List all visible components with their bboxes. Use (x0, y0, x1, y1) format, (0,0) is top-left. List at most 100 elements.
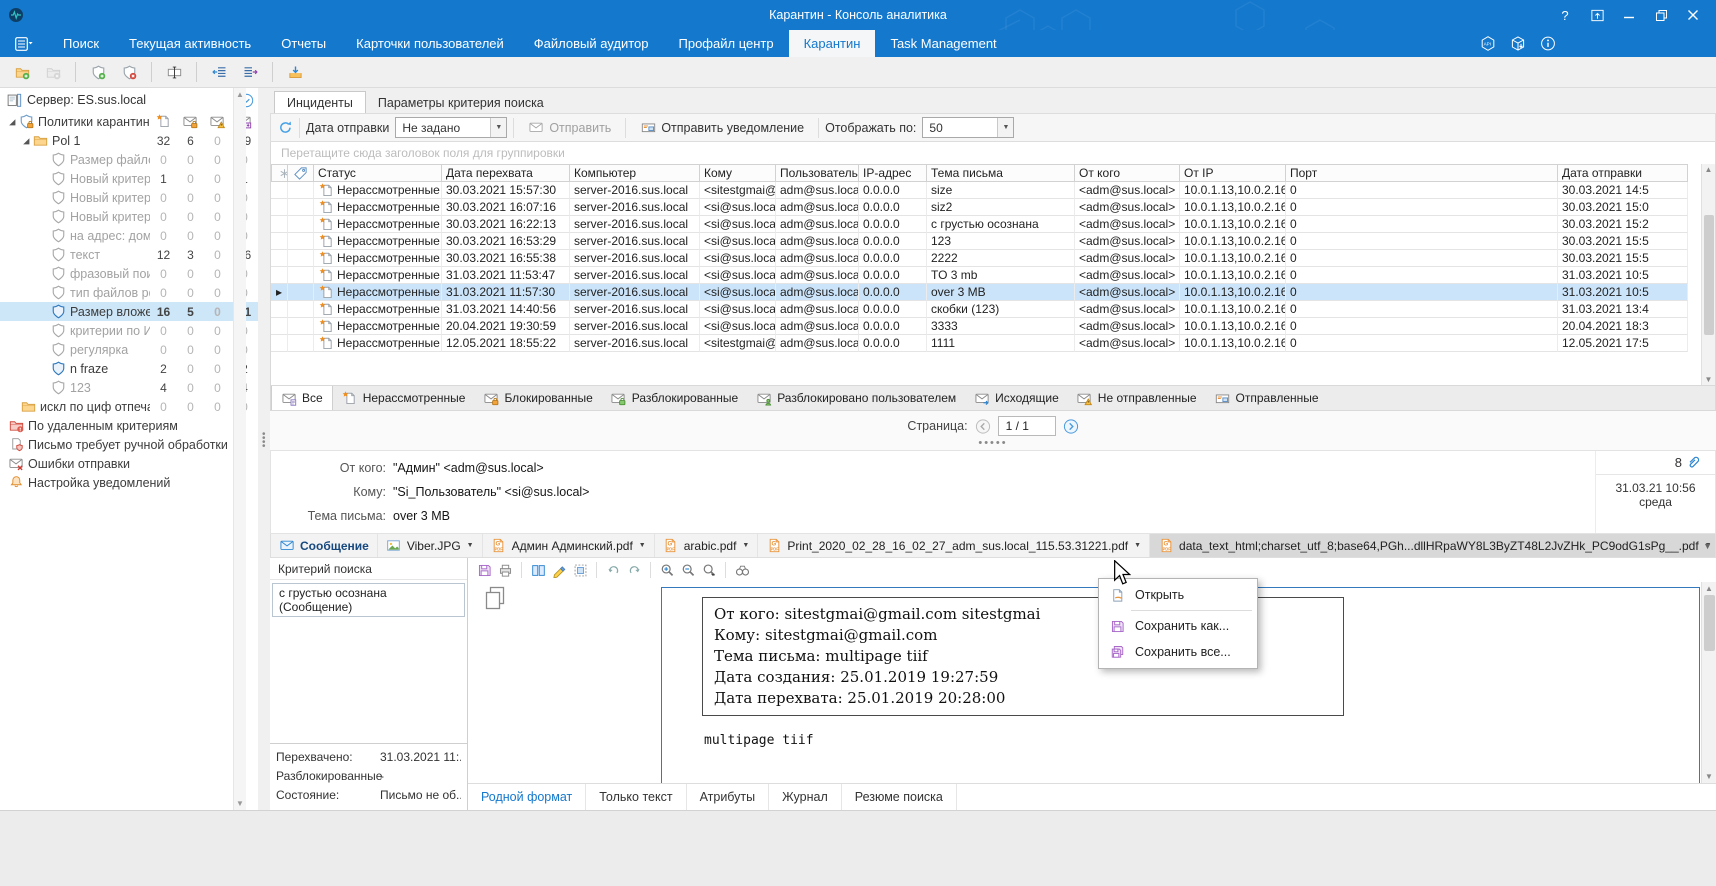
menu-tab-7[interactable]: Карантин (789, 30, 876, 57)
table-row-7[interactable]: ▸Нерассмотренные31.03.2021 11:57:30serve… (271, 284, 1715, 301)
server-node[interactable]: Сервер: ES.sus.local (0, 88, 258, 112)
table-row-9[interactable]: Нерассмотренные20.04.2021 19:30:59server… (271, 318, 1715, 335)
table-row-4[interactable]: Нерассмотренные30.03.2021 16:53:29server… (271, 233, 1715, 250)
restore-button[interactable] (1652, 6, 1670, 24)
zdd-icon[interactable] (701, 562, 717, 578)
column-header-11[interactable]: Дата отправки (1558, 164, 1688, 182)
preview-tab-2[interactable]: Только текст (586, 784, 686, 810)
expander-icon[interactable] (20, 136, 32, 146)
refresh-button[interactable] (277, 120, 293, 136)
previous-page-button[interactable] (975, 418, 991, 434)
send-notification-button[interactable]: Отправить уведомление (632, 114, 812, 141)
filter-7[interactable]: Не отправленные (1068, 386, 1206, 410)
attachment-4[interactable]: GPDFarabic.pdf▼ (655, 534, 759, 557)
preview-tab-1[interactable]: Родной формат (468, 784, 586, 810)
scroll-down-icon[interactable]: ▼ (1705, 772, 1713, 781)
chevron-down-icon[interactable]: ▼ (997, 118, 1013, 137)
menu-tab-1[interactable]: Поиск (48, 30, 114, 57)
chevron-down-icon[interactable]: ▼ (467, 542, 474, 549)
preview-tab-5[interactable]: Резюме поиска (842, 784, 957, 810)
grid-scrollbar[interactable]: ▲▼ (1701, 164, 1715, 385)
filter-4[interactable]: Разблокированные (602, 386, 747, 410)
context-menu-item-1[interactable]: Открыть (1099, 582, 1257, 608)
context-menu-item-3[interactable]: Сохранить все... (1099, 639, 1257, 665)
delete-criterion-button[interactable] (117, 60, 141, 84)
column-header-9[interactable]: От IP (1180, 164, 1286, 182)
api-icon[interactable]: API (1480, 36, 1496, 52)
column-header-6[interactable]: IP-адрес (859, 164, 927, 182)
filter-3[interactable]: Блокированные (474, 386, 601, 410)
column-header-5[interactable]: Пользователь (776, 164, 859, 182)
tree-node-quarantine-policies[interactable]: Политики карантина (0, 112, 258, 131)
scroll-up-icon[interactable]: ▲ (1705, 165, 1713, 174)
rotr-icon[interactable] (626, 562, 642, 578)
pin-window-button[interactable] (1588, 6, 1606, 24)
tree-node-exclusion-folder[interactable]: искл по циф отпечатк0000 (0, 397, 258, 416)
attachment-5[interactable]: GPDFPrint_2020_02_28_16_02_27_adm_sus.lo… (758, 534, 1150, 557)
tree-criterion-13[interactable]: 1234004 (0, 378, 258, 397)
rotl-icon[interactable] (605, 562, 621, 578)
context-menu-item-2[interactable]: Сохранить как... (1099, 613, 1257, 639)
table-row-1[interactable]: Нерассмотренные30.03.2021 15:57:30server… (271, 182, 1715, 199)
column-row-indicator[interactable] (271, 164, 288, 182)
menu-tab-2[interactable]: Текущая активность (114, 30, 266, 57)
zin-icon[interactable] (659, 562, 675, 578)
horizontal-splitter[interactable]: ••••• (270, 441, 1716, 450)
menu-tab-8[interactable]: Task Management (875, 30, 1011, 57)
print-icon[interactable] (497, 562, 513, 578)
next-page-button[interactable] (1063, 418, 1079, 434)
tree-criterion-8[interactable]: тип файлов pdf0000 (0, 283, 258, 302)
package-export-icon[interactable] (1510, 36, 1526, 52)
tree-special-3[interactable]: Ошибки отправки (0, 454, 258, 473)
tab-incidents[interactable]: Инциденты (274, 91, 366, 113)
table-row-8[interactable]: Нерассмотренные31.03.2021 14:40:56server… (271, 301, 1715, 318)
attachment-message[interactable]: Сообщение (271, 534, 378, 557)
column-header-7[interactable]: Тема письма (927, 164, 1075, 182)
attachment-6[interactable]: GPDFdata_text_html;charset_utf_8;base64,… (1150, 534, 1716, 557)
sidebar-scrollbar[interactable]: ▲▼ (233, 88, 246, 810)
import-button[interactable] (207, 60, 231, 84)
show-per-page-combo[interactable]: 50 ▼ (922, 117, 1014, 138)
floppy-icon[interactable] (476, 562, 492, 578)
table-row-6[interactable]: Нерассмотренные31.03.2021 11:53:47server… (271, 267, 1715, 284)
column-header-4[interactable]: Кому (700, 164, 776, 182)
tree-criterion-3[interactable]: Новый критерий 30000 (0, 188, 258, 207)
column-header-10[interactable]: Порт (1286, 164, 1558, 182)
menu-tab-4[interactable]: Карточки пользователей (341, 30, 519, 57)
column-header-8[interactable]: От кого (1075, 164, 1180, 182)
column-header-3[interactable]: Компьютер (570, 164, 700, 182)
column-tag[interactable] (288, 164, 314, 182)
scroll-up-icon[interactable]: ▲ (1705, 584, 1713, 593)
menu-tab-3[interactable]: Отчеты (266, 30, 341, 57)
column-header-1[interactable]: Статус (314, 164, 442, 182)
chevron-down-icon[interactable]: ▼ (490, 118, 506, 137)
tab-search-criteria-params[interactable]: Параметры критерия поиска (366, 92, 556, 113)
menu-tab-5[interactable]: Файловый аудитор (519, 30, 664, 57)
table-row-10[interactable]: Нерассмотренные12.05.2021 18:55:22server… (271, 335, 1715, 352)
tree-criterion-12[interactable]: n fraze2002 (0, 359, 258, 378)
save-incidents-button[interactable] (283, 60, 307, 84)
gridsel-icon[interactable] (572, 562, 588, 578)
scroll-down-icon[interactable]: ▼ (1705, 375, 1713, 384)
tree-criterion-4[interactable]: Новый критерий 50000 (0, 207, 258, 226)
add-criterion-button[interactable] (86, 60, 110, 84)
filter-5[interactable]: Разблокировано пользователем (747, 386, 965, 410)
rename-button[interactable] (162, 60, 186, 84)
marker-icon[interactable] (551, 562, 567, 578)
delete-folder-button[interactable] (41, 60, 65, 84)
copy-pages-icon[interactable] (484, 586, 508, 615)
scroll-down-icon[interactable]: ▼ (236, 799, 244, 808)
tree-special-4[interactable]: Настройка уведомлений (0, 473, 258, 492)
tree-criterion-10[interactable]: критерии по И0000 (0, 321, 258, 340)
tree-special-1[interactable]: По удаленным критериям (0, 416, 258, 435)
tree-criterion-9[interactable]: Размер вложений165021 (0, 302, 258, 321)
send-button[interactable]: Отправить (520, 114, 619, 141)
table-row-3[interactable]: Нерассмотренные30.03.2021 16:22:13server… (271, 216, 1715, 233)
pages2-icon[interactable] (530, 562, 546, 578)
attachment-2[interactable]: Viber.JPG▼ (378, 534, 483, 557)
tree-criterion-6[interactable]: текст123016 (0, 245, 258, 264)
chevron-down-icon[interactable]: ▼ (639, 542, 646, 549)
tree-special-2[interactable]: Письмо требует ручной обработки (0, 435, 258, 454)
binoc-icon[interactable] (734, 562, 750, 578)
help-button[interactable]: ? (1556, 6, 1574, 24)
